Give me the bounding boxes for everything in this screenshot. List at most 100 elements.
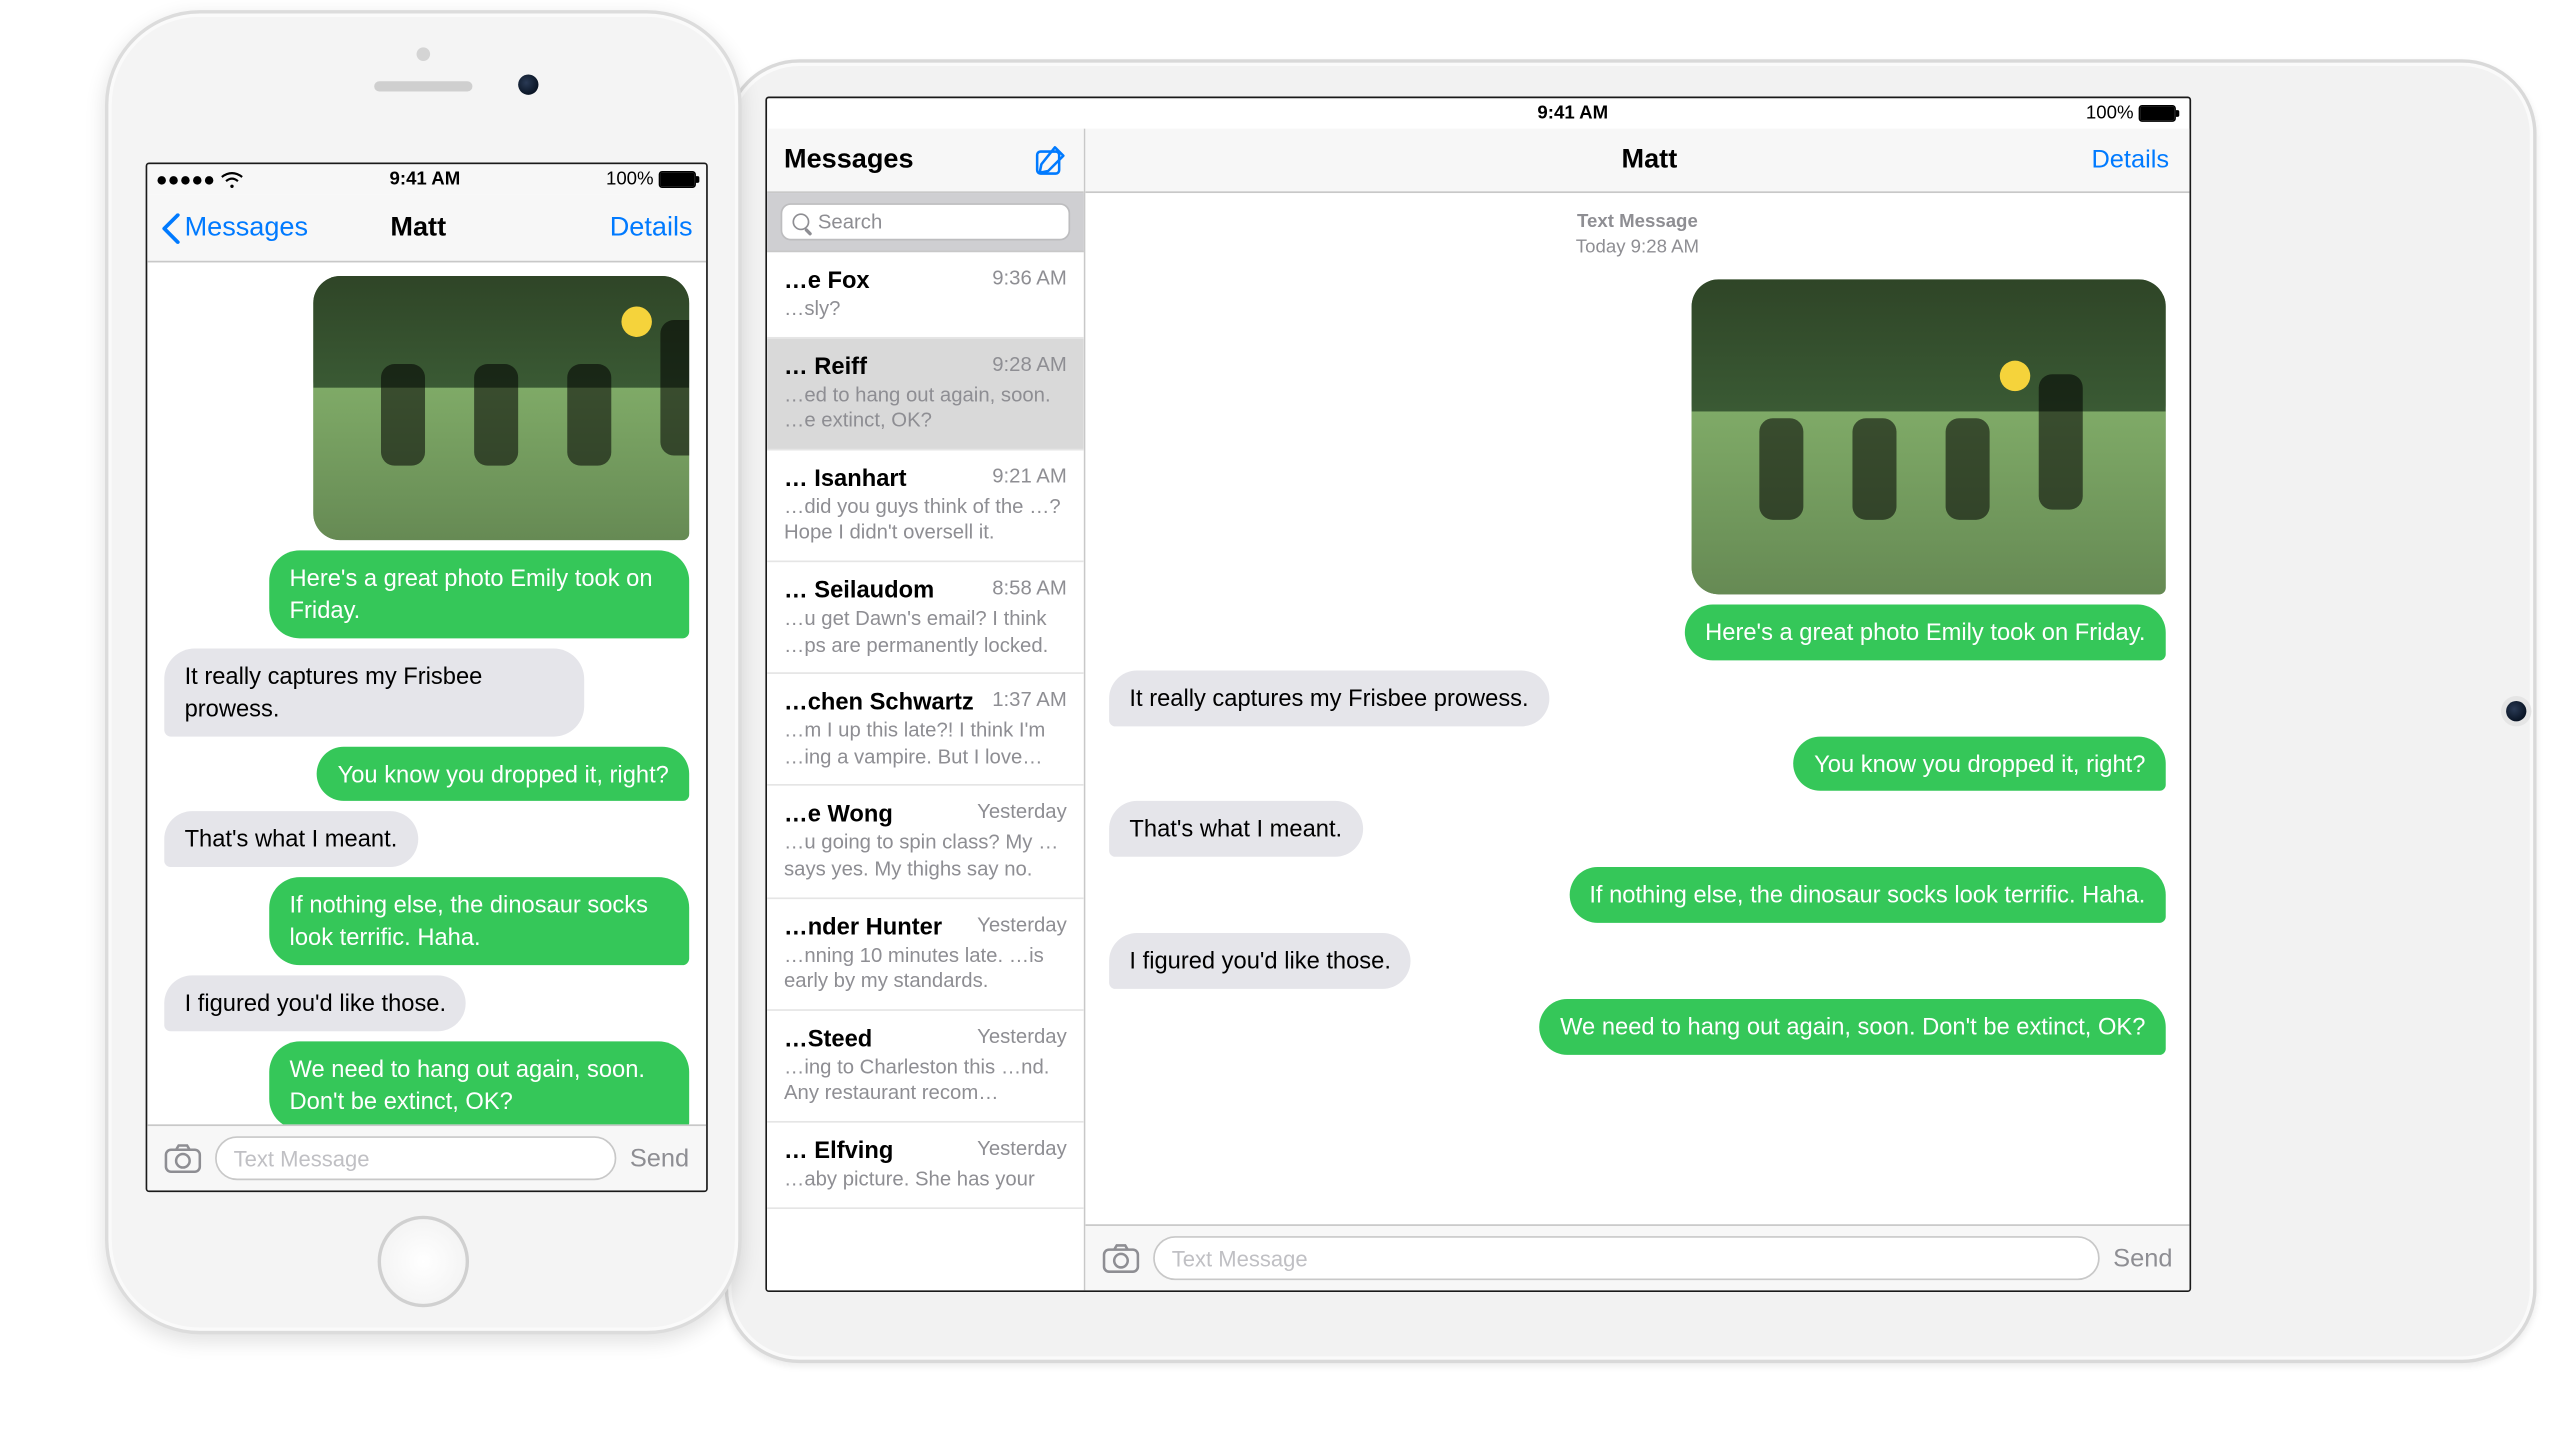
message-bubble[interactable]: If nothing else, the dinosaur socks look… — [269, 878, 689, 966]
message-row: You know you dropped it, right? — [1109, 736, 2166, 792]
conversation-time: 8:58 AM — [992, 576, 1067, 600]
message-input[interactable]: Text Message — [215, 1136, 616, 1180]
battery-icon — [659, 171, 696, 188]
photo-message[interactable] — [1692, 279, 2166, 594]
message-bubble[interactable]: If nothing else, the dinosaur socks look… — [1569, 868, 2166, 924]
message-thread[interactable]: Here's a great photo Emily took on Frida… — [147, 262, 706, 1124]
message-row: That's what I meant. — [1109, 802, 2166, 858]
message-bubble[interactable]: We need to hang out again, soon. Don't b… — [269, 1041, 689, 1124]
camera-icon[interactable] — [1102, 1243, 1139, 1273]
wifi-icon — [220, 171, 244, 188]
sidebar-header: Messages — [767, 129, 1084, 193]
message-bubble[interactable]: I figured you'd like those. — [164, 976, 466, 1032]
conversation-item[interactable]: …nder HunterYesterday…nning 10 minutes l… — [767, 898, 1084, 1010]
conversation-item[interactable]: … Reiff9:28 AM…ed to hang out again, soo… — [767, 338, 1084, 450]
message-composer: Text Message Send — [147, 1124, 706, 1190]
conversation-item[interactable]: …e Fox9:36 AM…sly? — [767, 252, 1084, 338]
photo-message[interactable] — [313, 276, 689, 540]
message-bubble[interactable]: Here's a great photo Emily took on Frida… — [1685, 604, 2166, 660]
ipad-camera — [2506, 701, 2526, 721]
conversation-sidebar: Messages Search …e Fox9:36 AM…sly?… Reif… — [767, 129, 1085, 1291]
message-row: It really captures my Frisbee prowess. — [1109, 670, 2166, 726]
message-row: It really captures my Frisbee prowess. — [164, 648, 689, 736]
conversation-time: 9:28 AM — [992, 352, 1067, 376]
camera-icon[interactable] — [164, 1143, 201, 1173]
message-row: If nothing else, the dinosaur socks look… — [164, 878, 689, 966]
conversation-preview: …u going to spin class? My …says yes. My… — [784, 830, 1067, 883]
conversation-preview: …ing to Charleston this …nd. Any restaur… — [784, 1054, 1067, 1107]
conversation-time: Yesterday — [977, 800, 1067, 824]
ipad-device: 9:41 AM 100% Messages — [725, 59, 2537, 1363]
battery-percent: 100% — [606, 169, 654, 189]
conversation-title: Matt — [227, 213, 610, 243]
status-time: 9:41 AM — [1060, 103, 2086, 123]
iphone-sensor — [417, 47, 431, 61]
conversation-time: Yesterday — [977, 1136, 1067, 1160]
search-container: Search — [767, 193, 1084, 252]
send-button[interactable]: Send — [630, 1144, 689, 1173]
iphone-device: 9:41 AM 100% Messages Matt Details Here'… — [105, 10, 742, 1334]
conversation-preview: …sly? — [784, 296, 1067, 322]
battery-indicator: 100% — [2086, 103, 2176, 123]
conversation-item[interactable]: …e WongYesterday…u going to spin class? … — [767, 786, 1084, 898]
message-bubble[interactable]: That's what I meant. — [164, 812, 417, 868]
conversation-time: Yesterday — [977, 1024, 1067, 1048]
nav-bar: Messages Matt Details — [147, 195, 706, 263]
message-bubble[interactable]: I figured you'd like those. — [1109, 933, 1411, 989]
details-button[interactable]: Details — [610, 213, 693, 243]
message-row: Here's a great photo Emily took on Frida… — [164, 550, 689, 638]
message-bubble[interactable]: Here's a great photo Emily took on Frida… — [269, 550, 689, 638]
conversation-preview: …m I up this late?! I think I'm …ing a v… — [784, 718, 1067, 771]
compose-icon[interactable] — [1033, 143, 1067, 177]
sidebar-title: Messages — [784, 145, 1033, 175]
iphone-screen: 9:41 AM 100% Messages Matt Details Here'… — [146, 163, 708, 1193]
signal-icon — [157, 175, 213, 183]
message-bubble[interactable]: We need to hang out again, soon. Don't b… — [1540, 999, 2166, 1055]
message-bubble[interactable]: It really captures my Frisbee prowess. — [1109, 670, 1549, 726]
conversation-preview: …u get Dawn's email? I think …ps are per… — [784, 606, 1067, 659]
message-row — [1109, 279, 2166, 594]
message-row: We need to hang out again, soon. Don't b… — [164, 1041, 689, 1124]
message-placeholder: Text Message — [1172, 1245, 1308, 1270]
conversation-item[interactable]: … Isanhart9:21 AM…did you guys think of … — [767, 450, 1084, 562]
search-icon — [792, 213, 809, 230]
conversation-title: Matt — [1207, 145, 2091, 175]
details-button[interactable]: Details — [2091, 146, 2169, 175]
conversation-item[interactable]: … ElfvingYesterday…aby picture. She has … — [767, 1122, 1084, 1208]
conversation-preview: …ed to hang out again, soon. …e extinct,… — [784, 382, 1067, 435]
message-placeholder: Text Message — [234, 1146, 370, 1171]
ipad-screen: 9:41 AM 100% Messages — [765, 97, 2191, 1292]
iphone-speaker — [374, 81, 472, 91]
message-row: If nothing else, the dinosaur socks look… — [1109, 868, 2166, 924]
message-bubble[interactable]: That's what I meant. — [1109, 802, 1362, 858]
search-input[interactable]: Search — [781, 203, 1071, 240]
battery-icon — [2139, 105, 2176, 122]
message-row: You know you dropped it, right? — [164, 746, 689, 802]
conversation-preview: …nning 10 minutes late. …is early by my … — [784, 942, 1067, 995]
ipad-status-bar: 9:41 AM 100% — [767, 98, 2189, 128]
message-row — [164, 276, 689, 540]
send-button[interactable]: Send — [2113, 1244, 2172, 1273]
conversation-item[interactable]: … Seilaudom8:58 AM…u get Dawn's email? I… — [767, 562, 1084, 674]
message-bubble[interactable]: You know you dropped it, right? — [317, 746, 689, 802]
search-placeholder: Search — [818, 210, 882, 234]
battery-percent: 100% — [2086, 103, 2134, 123]
message-bubble[interactable]: It really captures my Frisbee prowess. — [164, 648, 584, 736]
conversation-main: Matt Details Text Message Today 9:28 AM … — [1085, 129, 2189, 1291]
message-input[interactable]: Text Message — [1153, 1236, 2099, 1280]
conversation-time: Yesterday — [977, 912, 1067, 936]
conversation-item[interactable]: …chen Schwartz1:37 AM…m I up this late?!… — [767, 674, 1084, 786]
iphone-status-bar: 9:41 AM 100% — [147, 164, 706, 194]
conversation-item[interactable]: …SteedYesterday…ing to Charleston this …… — [767, 1010, 1084, 1122]
conversation-time: 9:21 AM — [992, 464, 1067, 488]
message-row: I figured you'd like those. — [1109, 933, 2166, 989]
chevron-left-icon — [161, 213, 181, 243]
iphone-front-camera — [518, 75, 538, 95]
message-composer: Text Message Send — [1085, 1224, 2189, 1290]
home-button[interactable] — [378, 1216, 469, 1307]
message-row: We need to hang out again, soon. Don't b… — [1109, 999, 2166, 1055]
conversation-list[interactable]: …e Fox9:36 AM…sly?… Reiff9:28 AM…ed to h… — [767, 252, 1084, 1290]
battery-indicator: 100% — [606, 169, 696, 189]
message-thread[interactable]: Text Message Today 9:28 AM Here's a grea… — [1085, 193, 2189, 1224]
message-bubble[interactable]: You know you dropped it, right? — [1794, 736, 2166, 792]
